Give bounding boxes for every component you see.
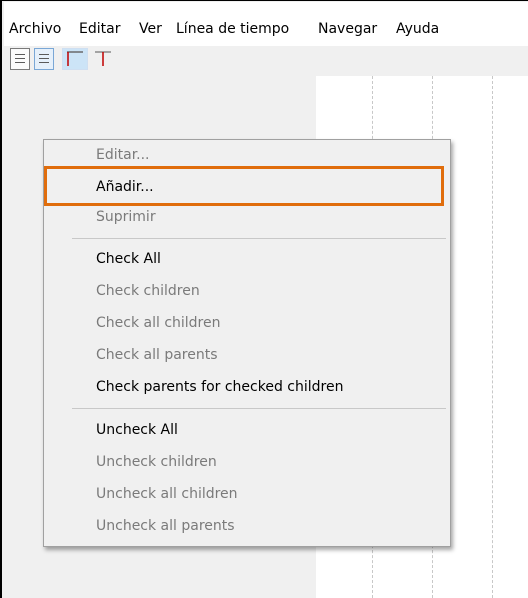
menu-item-editar[interactable]: Editar... [96, 147, 150, 163]
highlight-box [44, 166, 444, 206]
menu-archivo[interactable]: Archivo [9, 21, 61, 37]
menu-item-uncheck-all-parents[interactable]: Uncheck all parents [96, 518, 235, 534]
document-pressed-icon[interactable] [34, 48, 54, 70]
menu-item-suprimir[interactable]: Suprimir [96, 209, 156, 225]
toolbar [4, 46, 528, 76]
document-icon[interactable] [10, 48, 30, 70]
menu-separator [72, 408, 446, 409]
menu-bar: Archivo Editar Ver Línea de tiempo Naveg… [4, 2, 528, 46]
menu-separator [72, 238, 446, 239]
menu-item-check-children[interactable]: Check children [96, 283, 200, 299]
menu-item-check-all-children[interactable]: Check all children [96, 315, 221, 331]
menu-item-uncheck-children[interactable]: Uncheck children [96, 454, 217, 470]
timeline-marker-icon[interactable] [90, 48, 116, 70]
timeline-start-icon[interactable] [62, 48, 88, 70]
menu-item-uncheck-all[interactable]: Uncheck All [96, 422, 178, 438]
menu-item-check-parents-for-checked-children[interactable]: Check parents for checked children [96, 379, 343, 395]
menu-item-uncheck-all-children[interactable]: Uncheck all children [96, 486, 238, 502]
menu-item-check-all[interactable]: Check All [96, 251, 161, 267]
menu-item-check-all-parents[interactable]: Check all parents [96, 347, 218, 363]
menu-ayuda[interactable]: Ayuda [396, 21, 439, 37]
menu-navegar[interactable]: Navegar [318, 21, 377, 37]
menu-linea-de-tiempo[interactable]: Línea de tiempo [176, 21, 289, 37]
menu-ver[interactable]: Ver [139, 21, 162, 37]
timeline-gridline [492, 76, 493, 598]
menu-editar[interactable]: Editar [79, 21, 120, 37]
